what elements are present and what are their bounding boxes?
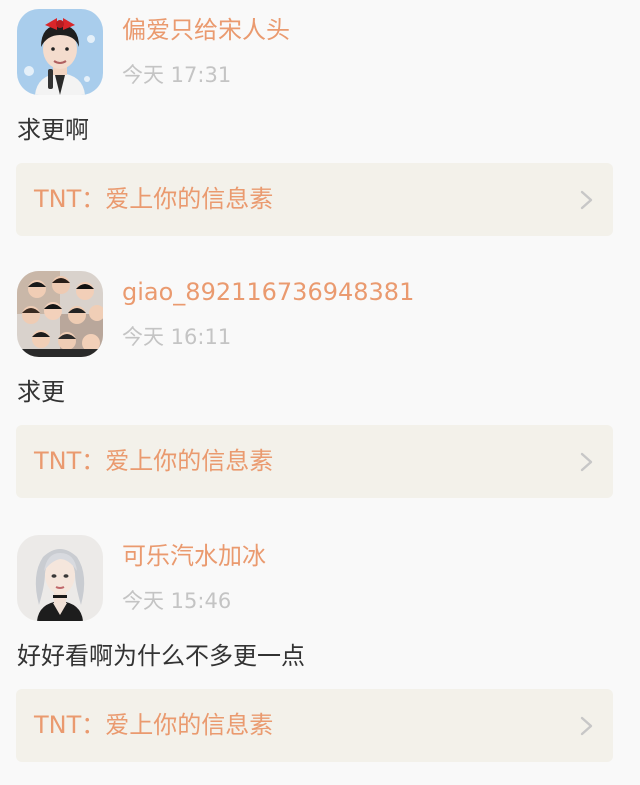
avatar[interactable] xyxy=(17,535,103,621)
timestamp: 今天 16:11 xyxy=(122,325,232,349)
comment-item: giao_892116736948381 今天 16:11 求更 TNT：爱上你… xyxy=(0,262,640,512)
chevron-right-icon xyxy=(578,190,596,210)
avatar-boy-red-bow-icon xyxy=(17,9,103,95)
comment-text: 求更啊 xyxy=(17,116,89,144)
avatar[interactable] xyxy=(17,9,103,95)
timestamp: 今天 17:31 xyxy=(122,63,232,87)
chevron-right-icon xyxy=(578,452,596,472)
chevron-right-icon xyxy=(578,716,596,736)
avatar-silver-hair-girl-icon xyxy=(17,535,103,621)
comment-feed: 偏爱只给宋人头 今天 17:31 求更啊 TNT：爱上你的信息素 giao_89… xyxy=(0,0,640,785)
timestamp: 今天 15:46 xyxy=(122,589,232,613)
book-title: TNT：爱上你的信息素 xyxy=(34,185,274,213)
avatar-group-photo-icon xyxy=(17,271,103,357)
avatar[interactable] xyxy=(17,271,103,357)
username[interactable]: giao_892116736948381 xyxy=(122,276,414,308)
book-link-card[interactable]: TNT：爱上你的信息素 xyxy=(16,163,613,236)
comment-item: 偏爱只给宋人头 今天 17:31 求更啊 TNT：爱上你的信息素 xyxy=(0,0,640,250)
username[interactable]: 可乐汽水加冰 xyxy=(122,540,266,572)
book-link-card[interactable]: TNT：爱上你的信息素 xyxy=(16,425,613,498)
comment-text: 好好看啊为什么不多更一点 xyxy=(17,642,305,670)
book-link-card[interactable]: TNT：爱上你的信息素 xyxy=(16,689,613,762)
comment-text: 求更 xyxy=(17,378,65,406)
book-title: TNT：爱上你的信息素 xyxy=(34,447,274,475)
username[interactable]: 偏爱只给宋人头 xyxy=(122,14,290,46)
comment-item: 可乐汽水加冰 今天 15:46 好好看啊为什么不多更一点 TNT：爱上你的信息素 xyxy=(0,526,640,776)
book-title: TNT：爱上你的信息素 xyxy=(34,711,274,739)
